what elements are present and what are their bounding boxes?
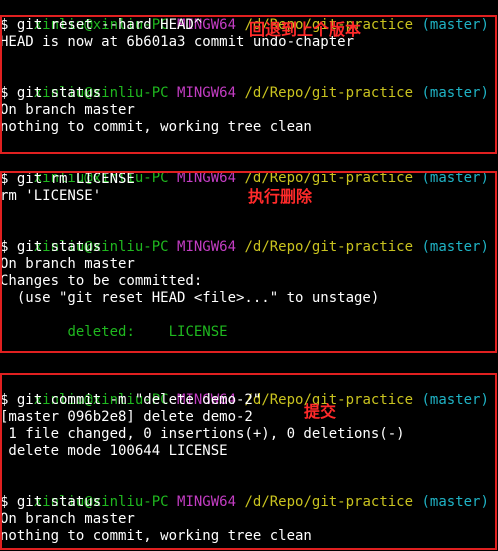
annotation-delete: 执行删除 <box>248 187 313 206</box>
annotation-reset: 回退到上个版本 <box>249 20 362 39</box>
highlight-box-commit <box>0 373 497 550</box>
git-bash-terminal[interactable]: xinliu@xinliu-PC MINGW64 /d/Repo/git-pra… <box>0 0 498 551</box>
annotation-commit: 提交 <box>304 402 337 421</box>
prompt-line: xinliu@xinliu-PC MINGW64 /d/Repo/git-pra… <box>0 153 489 186</box>
